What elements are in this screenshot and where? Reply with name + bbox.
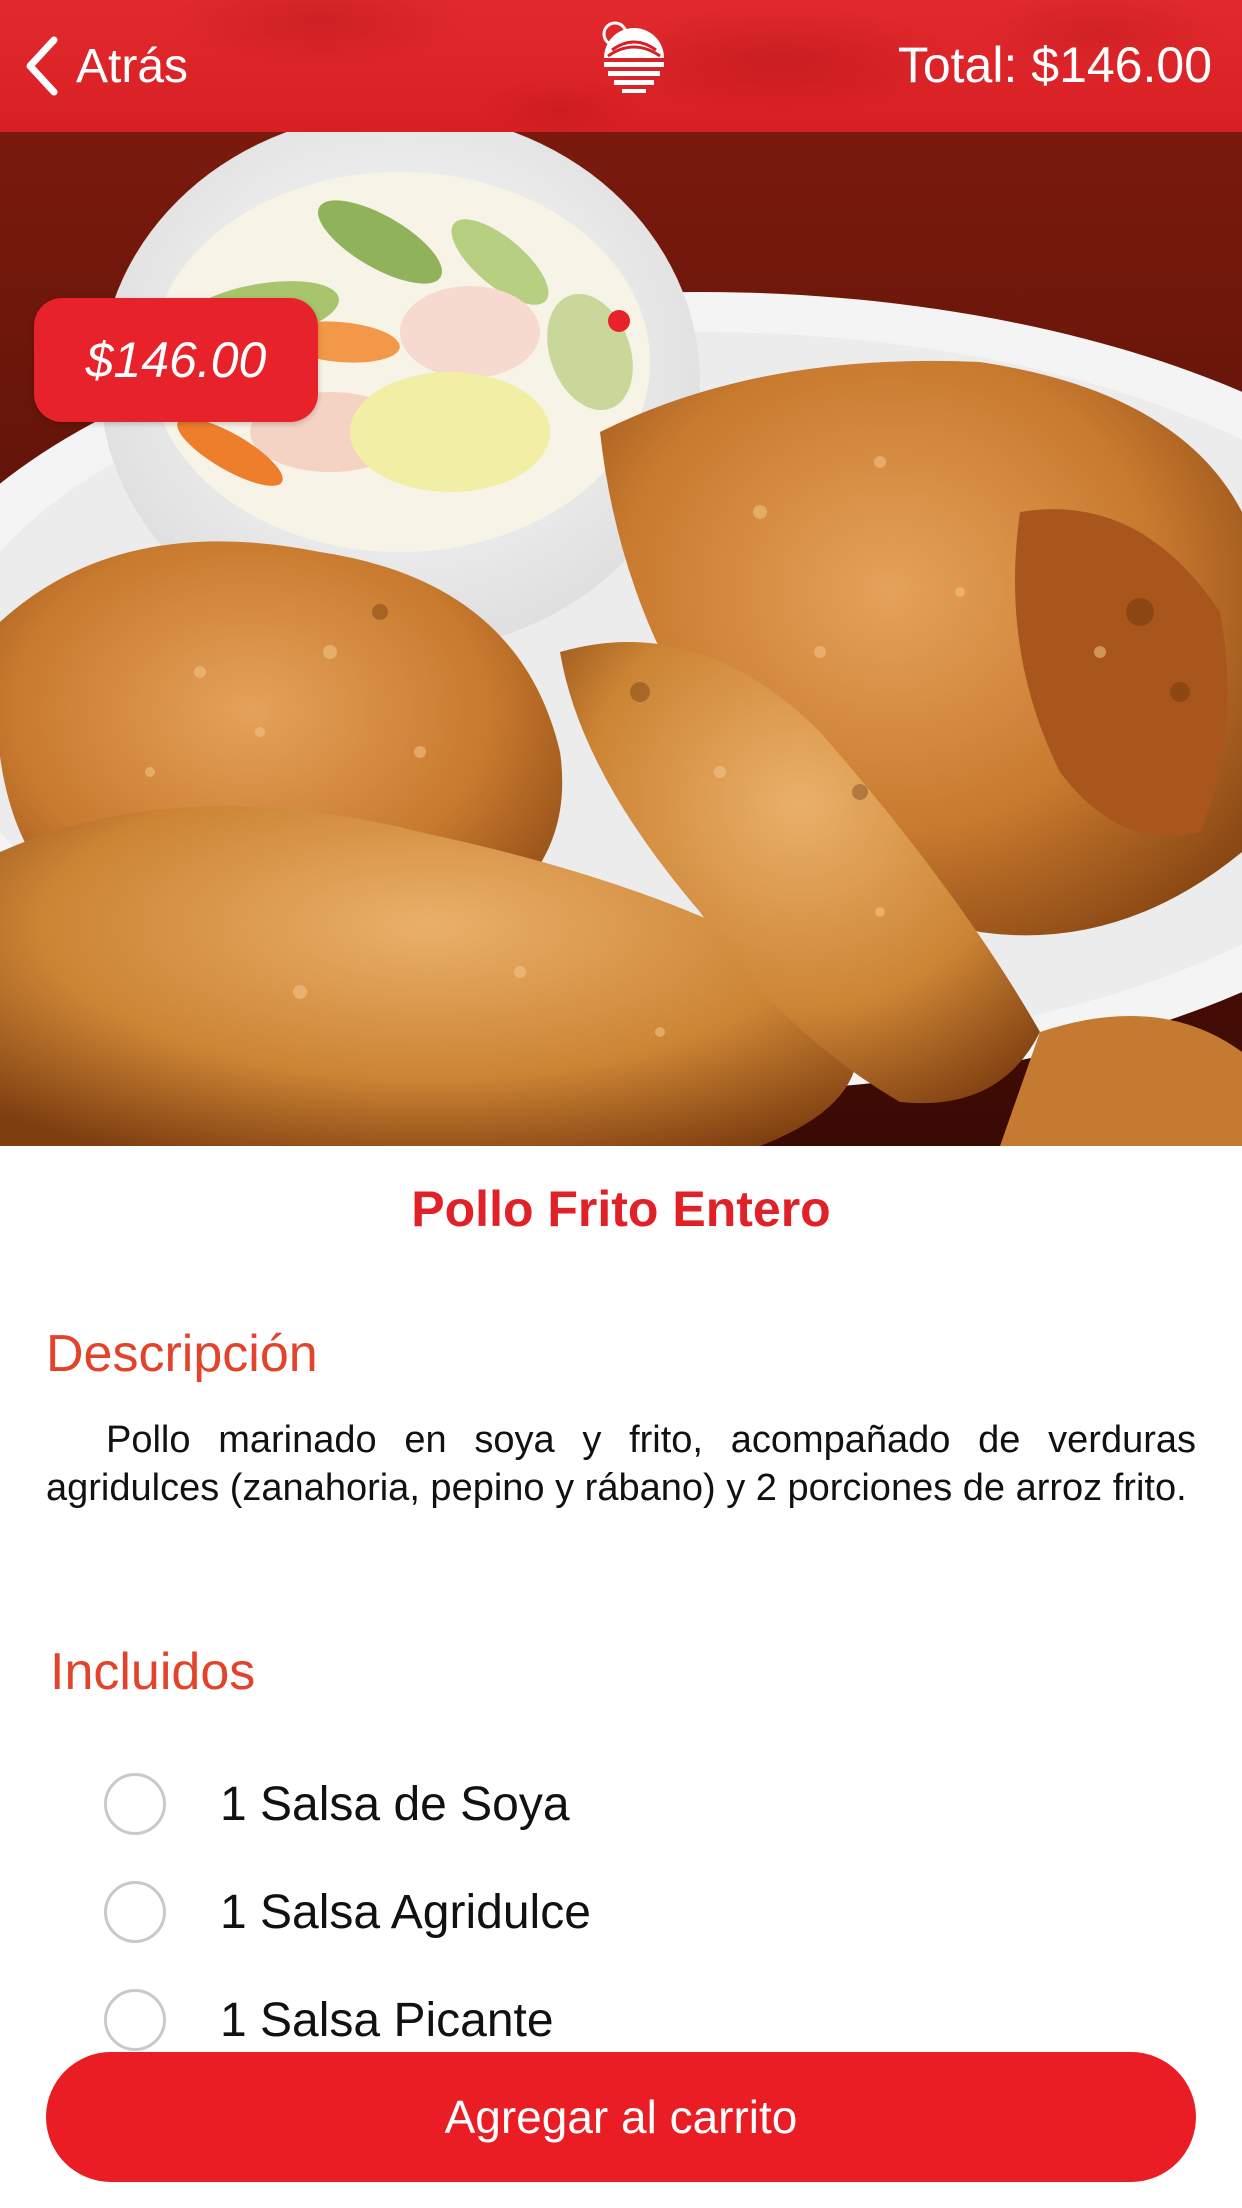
included-options-list: 1 Salsa de Soya 1 Salsa Agridulce 1 Sals… [104, 1750, 591, 2074]
top-nav-bar: Atrás Total: $146.00 [0, 0, 1242, 132]
product-image-carousel[interactable]: $146.00 [0, 132, 1242, 1146]
radio-button[interactable] [104, 1989, 166, 2051]
back-label: Atrás [76, 39, 189, 93]
option-label: 1 Salsa de Soya [220, 1777, 570, 1831]
option-label: 1 Salsa Picante [220, 1993, 554, 2047]
radio-button[interactable] [104, 1881, 166, 1943]
carousel-page-indicator [608, 310, 630, 332]
radio-button[interactable] [104, 1773, 166, 1835]
product-detail-screen: Atrás Total: $146.00 $146.00 Pollo Frito… [0, 0, 1242, 2208]
included-heading: Incluidos [50, 1643, 256, 1701]
included-option-agridulce[interactable]: 1 Salsa Agridulce [104, 1858, 591, 1966]
product-title: Pollo Frito Entero [411, 1181, 831, 1237]
back-button[interactable]: Atrás [22, 30, 188, 102]
restaurant-logo [602, 21, 664, 93]
option-label: 1 Salsa Agridulce [220, 1885, 591, 1939]
chevron-left-icon [26, 36, 58, 96]
description-heading: Descripción [46, 1325, 318, 1383]
add-to-cart-button[interactable]: Agregar al carrito [46, 2052, 1196, 2182]
description-text: Pollo marinado en soya y frito, acompaña… [46, 1419, 1196, 1509]
fried-chicken-photo [0, 132, 1242, 1146]
price-badge: $146.00 [34, 298, 318, 422]
cart-total: Total: $146.00 [897, 37, 1212, 93]
included-option-soya[interactable]: 1 Salsa de Soya [104, 1750, 591, 1858]
